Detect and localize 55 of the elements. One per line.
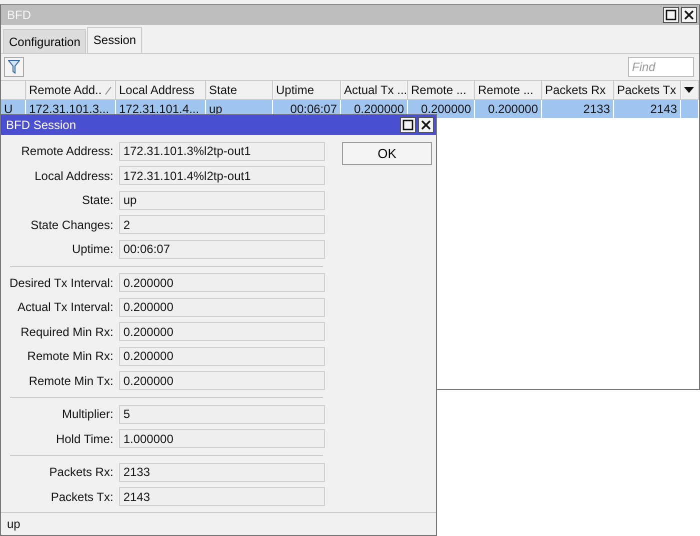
ok-button[interactable]: OK bbox=[342, 142, 432, 165]
value-field: 172.31.101.4%l2tp-out1 bbox=[119, 166, 325, 186]
column-header[interactable]: State bbox=[206, 80, 273, 100]
table-cell: 2143 bbox=[614, 100, 681, 118]
field-label: Desired Tx Interval: bbox=[9, 276, 114, 290]
status-text: up bbox=[7, 517, 20, 531]
tab[interactable]: Session bbox=[87, 27, 142, 53]
field-label: State: bbox=[80, 193, 114, 208]
field-label: Packets Tx: bbox=[50, 490, 114, 504]
field-label: Hold Time: bbox=[54, 432, 114, 446]
value-field: 5 bbox=[119, 404, 325, 424]
value-field: 0.200000 bbox=[119, 298, 325, 317]
value-field: 00:06:07 bbox=[119, 240, 325, 259]
dropdown-arrow-icon bbox=[684, 87, 694, 93]
column-header[interactable]: Remote ... bbox=[408, 80, 475, 100]
tab[interactable]: Configuration bbox=[3, 29, 86, 53]
close-icon[interactable] bbox=[418, 117, 434, 133]
value-field: 0.200000 bbox=[119, 322, 325, 342]
column-header[interactable]: Remote ... bbox=[475, 80, 542, 100]
field-label: Multiplier: bbox=[60, 407, 114, 422]
dialog-title: BFD Session bbox=[6, 118, 76, 132]
value-field: 172.31.101.3%l2tp-out1 bbox=[119, 142, 325, 161]
column-menu-button[interactable] bbox=[681, 80, 699, 100]
filter-button[interactable] bbox=[4, 57, 24, 77]
value-field: 2133 bbox=[119, 462, 325, 482]
table-cell: 0.200000 bbox=[475, 100, 542, 118]
field-label: State Changes: bbox=[30, 218, 114, 232]
column-header[interactable]: Local Address bbox=[116, 80, 206, 100]
maximize-icon[interactable] bbox=[663, 7, 679, 23]
value-field: 0.200000 bbox=[119, 371, 325, 390]
value-field: 2 bbox=[119, 215, 325, 234]
search-field[interactable]: Find bbox=[628, 57, 694, 77]
table-cell: 2133 bbox=[542, 100, 614, 118]
column-header[interactable]: Uptime bbox=[273, 80, 341, 100]
field-label: Required Min Rx: bbox=[20, 324, 114, 339]
column-header[interactable]: Packets Rx bbox=[542, 80, 614, 100]
maximize-icon[interactable] bbox=[400, 117, 416, 133]
field-label: Local Address: bbox=[34, 168, 114, 183]
filter-icon bbox=[8, 60, 20, 74]
field-label: Remote Address: bbox=[20, 144, 114, 158]
column-header[interactable]: Packets Tx bbox=[614, 80, 681, 100]
value-field: up bbox=[119, 190, 325, 210]
value-field: 2143 bbox=[119, 487, 325, 506]
field-label: Remote Min Rx: bbox=[26, 349, 114, 364]
value-field: 0.200000 bbox=[119, 273, 325, 292]
field-label: Uptime: bbox=[70, 242, 114, 256]
value-field: 1.000000 bbox=[119, 429, 325, 448]
column-header[interactable]: Remote Add.. bbox=[26, 80, 116, 100]
field-label: Remote Min Tx: bbox=[28, 374, 114, 388]
value-field: 0.200000 bbox=[119, 346, 325, 366]
field-label: Packets Rx: bbox=[48, 465, 114, 480]
close-icon[interactable] bbox=[681, 7, 697, 23]
table-cell: 0.200000 bbox=[408, 100, 475, 118]
column-header[interactable]: Actual Tx ... bbox=[341, 80, 408, 100]
field-label: Actual Tx Interval: bbox=[16, 300, 114, 314]
